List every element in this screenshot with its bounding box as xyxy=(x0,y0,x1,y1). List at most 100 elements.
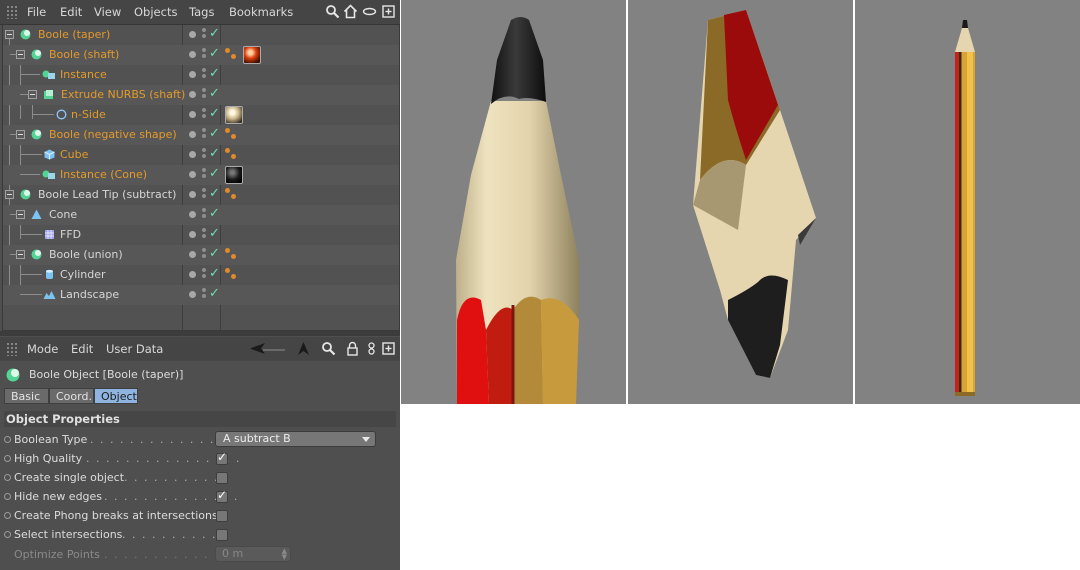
visibility-dot[interactable] xyxy=(189,171,196,178)
collapse-toggle[interactable] xyxy=(16,250,25,259)
tree-row[interactable]: Boole (taper) ✓ xyxy=(3,25,399,45)
tab-object[interactable]: Object xyxy=(94,388,138,404)
enabled-check-icon[interactable]: ✓ xyxy=(209,26,220,41)
compositing-tag-icon[interactable] xyxy=(225,268,238,281)
collapse-toggle[interactable] xyxy=(16,50,25,59)
object-name[interactable]: Boole (negative shape) xyxy=(49,128,177,141)
lock-icon[interactable] xyxy=(345,341,360,356)
animate-bullet[interactable] xyxy=(4,512,11,519)
visibility-dot[interactable] xyxy=(189,271,196,278)
object-name[interactable]: Cone xyxy=(49,208,77,221)
material-tag-icon[interactable] xyxy=(243,46,261,64)
menu-user-data[interactable]: User Data xyxy=(106,342,163,356)
enabled-check-icon[interactable]: ✓ xyxy=(209,46,220,61)
menu-view[interactable]: View xyxy=(94,5,121,19)
editor-render-visibility[interactable] xyxy=(202,248,207,262)
animate-bullet[interactable] xyxy=(4,531,11,538)
enabled-check-icon[interactable]: ✓ xyxy=(209,266,220,281)
editor-render-visibility[interactable] xyxy=(202,148,207,162)
visibility-dot[interactable] xyxy=(189,291,196,298)
collapse-toggle[interactable] xyxy=(28,90,37,99)
compositing-tag-icon[interactable] xyxy=(225,48,238,61)
editor-render-visibility[interactable] xyxy=(202,208,207,222)
panel-grip-icon[interactable] xyxy=(6,5,18,19)
visibility-dot[interactable] xyxy=(189,31,196,38)
tree-row[interactable]: Instance (Cone) ✓ xyxy=(3,165,399,185)
tab-basic[interactable]: Basic xyxy=(4,388,49,404)
object-name[interactable]: Cylinder xyxy=(60,268,106,281)
enabled-check-icon[interactable]: ✓ xyxy=(209,166,220,181)
compositing-tag-icon[interactable] xyxy=(225,148,238,161)
search-icon[interactable] xyxy=(325,4,340,19)
eye-icon[interactable] xyxy=(362,4,377,19)
tree-row[interactable]: Cone ✓ xyxy=(3,205,399,225)
enabled-check-icon[interactable]: ✓ xyxy=(209,66,220,81)
enabled-check-icon[interactable]: ✓ xyxy=(209,126,220,141)
tree-row[interactable]: Cube ✓ xyxy=(3,145,399,165)
enabled-check-icon[interactable]: ✓ xyxy=(209,146,220,161)
tree-row[interactable]: Instance ✓ xyxy=(3,65,399,85)
boolean-type-select[interactable]: A subtract B xyxy=(215,431,376,447)
enabled-check-icon[interactable]: ✓ xyxy=(209,186,220,201)
editor-render-visibility[interactable] xyxy=(202,68,207,82)
menu-edit[interactable]: Edit xyxy=(60,5,82,19)
collapse-toggle[interactable] xyxy=(5,30,14,39)
compositing-tag-icon[interactable] xyxy=(225,188,238,201)
editor-render-visibility[interactable] xyxy=(202,88,207,102)
editor-render-visibility[interactable] xyxy=(202,268,207,282)
visibility-dot[interactable] xyxy=(189,191,196,198)
enabled-check-icon[interactable]: ✓ xyxy=(209,246,220,261)
enabled-check-icon[interactable]: ✓ xyxy=(209,226,220,241)
visibility-dot[interactable] xyxy=(189,251,196,258)
high-quality-checkbox[interactable]: ✓ xyxy=(216,450,228,465)
editor-render-visibility[interactable] xyxy=(202,28,207,42)
tab-coord[interactable]: Coord. xyxy=(49,388,94,404)
compositing-tag-icon[interactable] xyxy=(225,128,238,141)
visibility-dot[interactable] xyxy=(189,91,196,98)
animate-bullet[interactable] xyxy=(4,493,11,500)
object-name[interactable]: Instance xyxy=(60,68,107,81)
collapse-toggle[interactable] xyxy=(16,210,25,219)
create-phong-breaks-checkbox[interactable] xyxy=(216,510,228,522)
back-arrow-icon[interactable] xyxy=(249,341,289,356)
compositing-tag-icon[interactable] xyxy=(225,248,238,261)
object-name[interactable]: Landscape xyxy=(60,288,119,301)
tree-row[interactable]: Landscape ✓ xyxy=(3,285,399,305)
link-icon[interactable] xyxy=(364,341,379,356)
stepper-arrows-icon[interactable]: ▲ ▼ xyxy=(282,548,287,561)
enabled-check-icon[interactable]: ✓ xyxy=(209,206,220,221)
object-name[interactable]: n-Side xyxy=(71,108,106,121)
viewport-full[interactable] xyxy=(855,0,1080,404)
new-window-icon[interactable] xyxy=(381,341,396,356)
optimize-points-field[interactable]: 0 m ▲ ▼ xyxy=(215,546,291,562)
material-tag-icon[interactable] xyxy=(225,166,243,184)
editor-render-visibility[interactable] xyxy=(202,128,207,142)
object-name[interactable]: FFD xyxy=(60,228,81,241)
object-name[interactable]: Boole Lead Tip (subtract) xyxy=(38,188,176,201)
editor-render-visibility[interactable] xyxy=(202,168,207,182)
tree-row[interactable]: Boole (negative shape) ✓ xyxy=(3,125,399,145)
menu-tags[interactable]: Tags xyxy=(189,5,214,19)
enabled-check-icon[interactable]: ✓ xyxy=(209,106,220,121)
editor-render-visibility[interactable] xyxy=(202,48,207,62)
visibility-dot[interactable] xyxy=(189,131,196,138)
object-name[interactable]: Boole (union) xyxy=(49,248,123,261)
editor-render-visibility[interactable] xyxy=(202,288,207,302)
animate-bullet[interactable] xyxy=(4,436,11,443)
select-intersections-checkbox[interactable] xyxy=(216,529,228,541)
object-name[interactable]: Extrude NURBS (shaft) xyxy=(61,88,185,101)
collapse-toggle[interactable] xyxy=(5,190,14,199)
collapse-toggle[interactable] xyxy=(16,130,25,139)
tree-row[interactable]: FFD ✓ xyxy=(3,225,399,245)
menu-edit[interactable]: Edit xyxy=(71,342,93,356)
object-name[interactable]: Cube xyxy=(60,148,88,161)
tree-row[interactable]: Boole Lead Tip (subtract) ✓ xyxy=(3,185,399,205)
visibility-dot[interactable] xyxy=(189,71,196,78)
animate-bullet[interactable] xyxy=(4,474,11,481)
animate-bullet[interactable] xyxy=(4,455,11,462)
tree-row[interactable]: Extrude NURBS (shaft) ✓ xyxy=(3,85,399,105)
search-icon[interactable] xyxy=(321,341,336,356)
editor-render-visibility[interactable] xyxy=(202,228,207,242)
enabled-check-icon[interactable]: ✓ xyxy=(209,286,220,301)
visibility-dot[interactable] xyxy=(189,231,196,238)
